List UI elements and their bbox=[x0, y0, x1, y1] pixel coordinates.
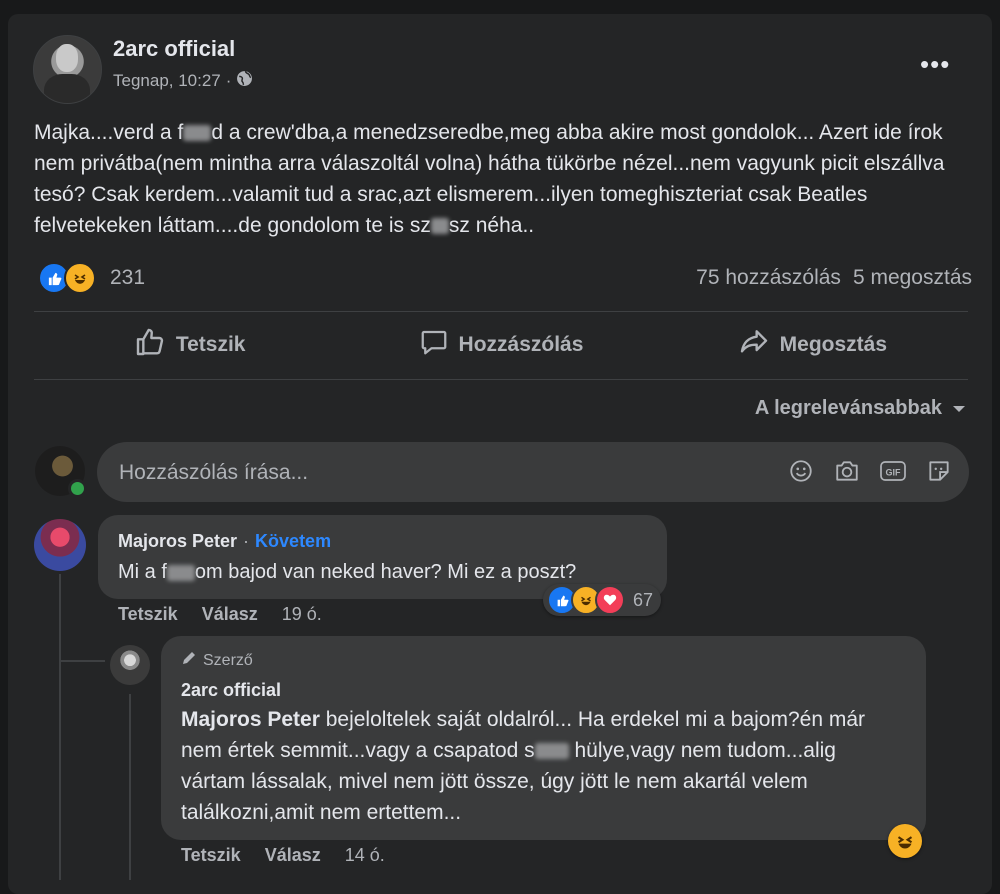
comment-like-link[interactable]: Tetszik bbox=[118, 604, 178, 625]
post-meta: Tegnap, 10:27 · bbox=[113, 70, 253, 92]
author-name[interactable]: 2arc official bbox=[113, 36, 235, 62]
reply-time[interactable]: 14 ó. bbox=[345, 845, 385, 866]
comment-button[interactable]: Hozzászólás bbox=[345, 311, 656, 379]
reply-author-avatar[interactable] bbox=[110, 645, 150, 685]
censored-word bbox=[183, 125, 212, 142]
post-actions: Tetszik Hozzászólás Megosztás bbox=[34, 311, 968, 379]
reaction-count: 231 bbox=[110, 266, 146, 289]
share-arrow-icon bbox=[738, 326, 770, 364]
shares-count[interactable]: 5 megosztás bbox=[853, 266, 972, 290]
reply-text: Majoros Peter bejeloltelek saját oldalró… bbox=[181, 708, 865, 824]
globe-icon bbox=[236, 70, 253, 92]
thread-line bbox=[129, 694, 131, 880]
comment-bubble-icon bbox=[419, 327, 449, 363]
post-time[interactable]: Tegnap, 10:27 bbox=[113, 71, 221, 91]
comments-count[interactable]: 75 hozzászólás bbox=[696, 266, 841, 290]
reply-author-name[interactable]: 2arc official bbox=[181, 680, 281, 701]
comment-text: Mi a f om bajod van neked haver? Mi ez a … bbox=[118, 561, 577, 583]
thread-line bbox=[59, 660, 105, 662]
comment-reaction-count: 67 bbox=[633, 589, 654, 610]
commenter-avatar[interactable] bbox=[34, 519, 86, 571]
post-stats: 75 hozzászólás 5 megosztás bbox=[696, 266, 972, 290]
reply-actions: Tetszik Válasz 14 ó. bbox=[181, 845, 385, 866]
comment-actions: Tetszik Válasz 19 ó. bbox=[118, 604, 322, 625]
reply-like-link[interactable]: Tetszik bbox=[181, 845, 241, 866]
reply-reply-link[interactable]: Válasz bbox=[265, 845, 321, 866]
censored-word bbox=[430, 218, 449, 235]
divider bbox=[34, 379, 968, 380]
reply-bubble: Szerző 2arc official Majoros Peter bejel… bbox=[161, 636, 926, 840]
current-user-avatar[interactable] bbox=[35, 446, 87, 498]
online-status-dot bbox=[68, 479, 87, 498]
comment-input[interactable] bbox=[117, 454, 761, 492]
comment-composer: GIF bbox=[97, 442, 969, 502]
more-options-button[interactable]: ••• bbox=[920, 51, 950, 77]
comment-time[interactable]: 19 ó. bbox=[282, 604, 322, 625]
emoji-icon[interactable] bbox=[787, 457, 815, 485]
comment-reply-link[interactable]: Válasz bbox=[202, 604, 258, 625]
author-avatar[interactable] bbox=[33, 35, 102, 104]
pencil-icon bbox=[181, 650, 197, 671]
post-card: 2arc official Tegnap, 10:27 · ••• Majka.… bbox=[8, 14, 992, 894]
follow-button[interactable]: Követem bbox=[255, 531, 331, 552]
author-badge: Szerző bbox=[181, 650, 253, 671]
love-icon bbox=[595, 585, 625, 615]
caret-down-icon bbox=[952, 397, 966, 420]
censored-word bbox=[534, 743, 569, 760]
reaction-summary[interactable]: 231 bbox=[38, 262, 145, 294]
sticker-icon[interactable] bbox=[925, 457, 953, 485]
censored-word bbox=[166, 564, 195, 581]
post-text: Majka....verd a fd a crew'dba,a menedzse… bbox=[34, 121, 951, 237]
camera-icon[interactable] bbox=[833, 457, 861, 485]
like-button[interactable]: Tetszik bbox=[34, 311, 345, 379]
share-button[interactable]: Megosztás bbox=[657, 311, 968, 379]
haha-icon bbox=[64, 262, 96, 294]
comment-sort-dropdown[interactable]: A legrelevánsabbak bbox=[755, 397, 966, 420]
mention-link[interactable]: Majoros Peter bbox=[181, 708, 320, 731]
haha-icon[interactable] bbox=[888, 824, 922, 858]
gif-icon[interactable]: GIF bbox=[879, 457, 907, 485]
commenter-name[interactable]: Majoros Peter bbox=[118, 531, 237, 552]
svg-text:GIF: GIF bbox=[886, 468, 902, 478]
thread-line bbox=[59, 574, 61, 880]
comment-reactions[interactable]: 67 bbox=[543, 584, 662, 616]
thumbs-up-icon bbox=[134, 326, 166, 364]
